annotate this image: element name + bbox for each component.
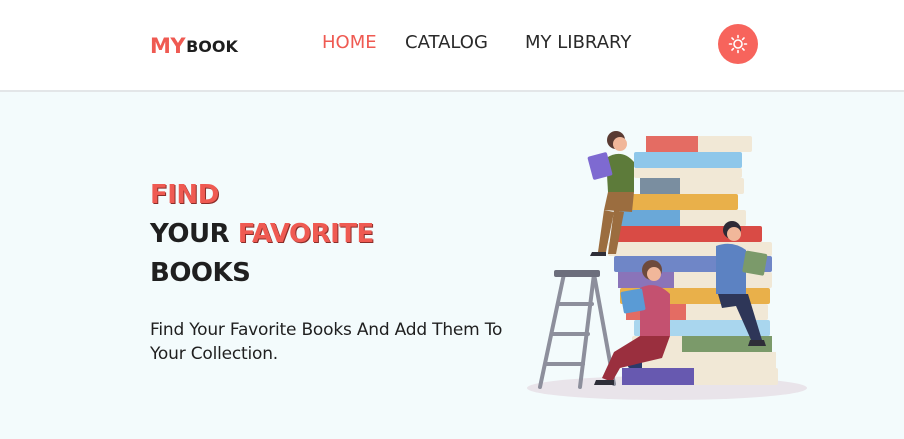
hero-title-books: BOOKS [150,258,251,288]
hero-title: FIND YOUR FAVORITE BOOKS [150,176,374,293]
hero-title-find: FIND [150,180,219,210]
hero-title-your: YOUR [150,219,238,249]
nav-link-my-library[interactable]: MY LIBRARY [525,32,631,53]
theme-toggle-button[interactable] [718,24,758,64]
sun-icon [728,34,748,54]
people-reading-on-books-illustration [527,131,807,400]
main-nav: HOME CATALOG MY LIBRARY [0,32,904,56]
nav-link-home[interactable]: HOME [322,32,377,53]
top-navbar: MY BOOK HOME CATALOG MY LIBRARY [0,0,904,92]
hero-subtitle: Find Your Favorite Books And Add Them To… [150,320,503,364]
hero-title-favorite: FAVORITE [237,219,375,249]
nav-link-catalog[interactable]: CATALOG [405,32,488,53]
